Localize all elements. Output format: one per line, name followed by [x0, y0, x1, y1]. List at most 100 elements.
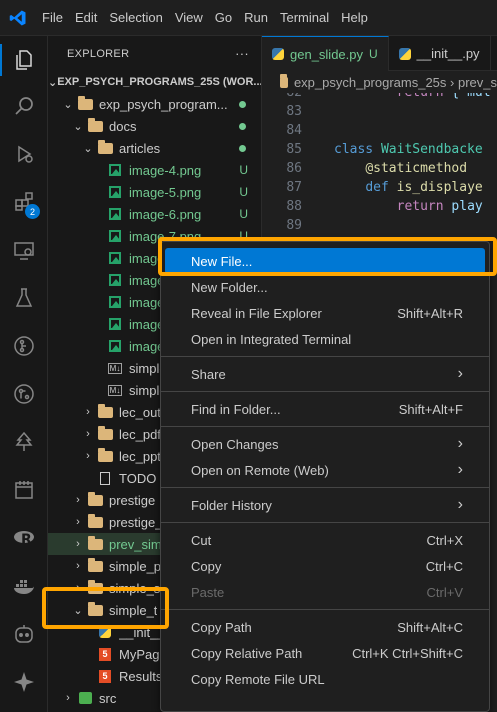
code-line: 86 @staticmethod — [262, 159, 497, 178]
menu-item-share[interactable]: Share › — [165, 361, 485, 387]
chevron-right-icon: › — [86, 450, 90, 462]
menu-item-cut[interactable]: Cut Ctrl+X — [165, 527, 485, 553]
menu-separator — [161, 356, 489, 357]
code-line: 83 — [262, 102, 497, 121]
extensions-icon[interactable]: 2 — [0, 180, 48, 224]
html-file-icon: 5 — [96, 669, 114, 683]
menu-item-open-on-remote-web[interactable]: Open on Remote (Web) › — [165, 457, 485, 483]
git-status-dot — [239, 144, 246, 152]
menu-item-folder-history[interactable]: Folder History › — [165, 492, 485, 518]
menu-item-copy-remote-file-url[interactable]: Copy Remote File URL — [165, 666, 485, 692]
menu-run[interactable]: Run — [238, 0, 274, 36]
testing-icon[interactable] — [0, 276, 48, 320]
row-label: exp_psych_program... — [99, 96, 228, 112]
menu-selection[interactable]: Selection — [103, 0, 168, 36]
chevron-down-icon: ⌄ — [73, 120, 83, 133]
image-file-icon — [106, 185, 124, 199]
file-row[interactable]: image-6.png U — [48, 203, 261, 225]
explorer-icon[interactable] — [0, 38, 48, 82]
code-text: def is_displaye — [365, 180, 483, 195]
git-status-untracked: U — [239, 207, 248, 221]
menu-item-label: Reveal in File Explorer — [191, 305, 322, 321]
line-number: 87 — [286, 180, 302, 195]
calendar-icon[interactable] — [0, 468, 48, 512]
line-number: 82 — [262, 93, 308, 100]
row-label: image-5.png — [129, 184, 202, 200]
chevron-right-icon: › — [86, 428, 90, 440]
menu-item-find-in-folder[interactable]: Find in Folder... Shift+Alt+F — [165, 396, 485, 422]
menu-view[interactable]: View — [169, 0, 209, 36]
line-number: 89 — [286, 218, 302, 233]
menu-go[interactable]: Go — [209, 0, 238, 36]
menu-item-label: Share — [191, 366, 226, 382]
workspace-root[interactable]: ⌄ EXP_PSYCH_PROGRAMS_25S (WOR... — [48, 71, 262, 93]
menu-item-label: New Folder... — [191, 279, 268, 295]
folder-icon — [86, 513, 104, 529]
image-file-icon — [106, 207, 124, 221]
markdown-file-icon: M↓ — [107, 362, 123, 374]
folder-row[interactable]: ⌄ docs — [48, 115, 261, 137]
tab-init[interactable]: __init__.py — [389, 36, 491, 71]
svg-text:R: R — [21, 532, 32, 548]
chevron-right-icon: › — [86, 406, 90, 418]
breadcrumb-path: exp_psych_programs_25s › prev_s — [293, 74, 497, 90]
line-number: 83 — [286, 104, 302, 119]
menu-terminal[interactable]: Terminal — [274, 0, 335, 36]
menu-item-label: Copy Remote File URL — [191, 671, 325, 687]
menu-item-label: Find in Folder... — [191, 401, 281, 417]
simple-folder-highlight-box — [42, 587, 169, 629]
folder-icon — [86, 491, 104, 507]
menu-item-copy[interactable]: Copy Ctrl+C — [165, 553, 485, 579]
tab-status: U — [369, 47, 378, 61]
file-row[interactable]: image-4.png U — [48, 159, 261, 181]
code-text: return play — [396, 199, 483, 214]
line-number: 84 — [286, 123, 302, 138]
folder-row[interactable]: ⌄ articles — [48, 137, 261, 159]
menu-item-reveal-in-file-explorer[interactable]: Reveal in File Explorer Shift+Alt+R — [165, 300, 485, 326]
search-icon[interactable] — [0, 84, 48, 128]
code-line: 82 return { mul — [262, 93, 497, 102]
menu-help[interactable]: Help — [335, 0, 374, 36]
menu-item-label: Open in Integrated Terminal — [191, 331, 352, 347]
breadcrumb[interactable]: exp_psych_programs_25s › prev_s — [262, 71, 497, 93]
tab-gen-slide[interactable]: gen_slide.py U — [262, 36, 389, 71]
git-graph-icon[interactable] — [0, 372, 48, 416]
row-label: TODO — [119, 470, 157, 486]
menu-item-new-folder[interactable]: New Folder... — [165, 274, 485, 300]
file-row[interactable]: image-5.png U — [48, 181, 261, 203]
menu-item-label: Open Changes — [191, 436, 279, 452]
menu-edit[interactable]: Edit — [69, 0, 103, 36]
tab-label: gen_slide.py — [290, 46, 363, 62]
menu-item-copy-path[interactable]: Copy Path Shift+Alt+C — [165, 614, 485, 640]
row-label: docs — [109, 118, 137, 134]
menu-item-paste[interactable]: Paste Ctrl+V — [165, 579, 485, 605]
menu-item-label: Paste — [191, 584, 225, 600]
line-number: 88 — [286, 199, 302, 214]
row-label: image-6.png — [129, 206, 202, 222]
menu-file[interactable]: File — [36, 0, 69, 36]
folder-row[interactable]: ⌄ exp_psych_program... — [48, 93, 261, 115]
git-status-dot — [239, 122, 246, 130]
image-file-icon — [106, 339, 124, 353]
menu-item-copy-relative-path[interactable]: Copy Relative Path Ctrl+K Ctrl+Shift+C — [165, 640, 485, 666]
run-debug-icon[interactable] — [0, 132, 48, 176]
remote-explorer-icon[interactable] — [0, 228, 48, 272]
r-icon[interactable]: R — [0, 516, 48, 560]
git-status-untracked: U — [239, 185, 248, 199]
sparkle-icon[interactable] — [0, 660, 48, 704]
folder-icon — [86, 535, 104, 551]
source-control-icon[interactable] — [0, 324, 48, 368]
row-label: simple_p — [109, 558, 162, 574]
menu-item-open-changes[interactable]: Open Changes › — [165, 431, 485, 457]
docker-icon[interactable] — [0, 564, 48, 608]
folder-icon — [76, 95, 94, 111]
copilot-icon[interactable] — [0, 612, 48, 656]
markdown-file-icon: M↓ — [107, 384, 123, 396]
folder-icon — [96, 425, 114, 441]
workspace-label: EXP_PSYCH_PROGRAMS_25S (WOR... — [57, 76, 262, 88]
row-label: prestige_ — [109, 514, 163, 530]
menu-item-open-in-integrated-terminal[interactable]: Open in Integrated Terminal — [165, 326, 485, 352]
tree-icon[interactable] — [0, 420, 48, 464]
more-actions-button[interactable]: ··· — [235, 46, 249, 61]
image-file-icon — [106, 229, 124, 243]
